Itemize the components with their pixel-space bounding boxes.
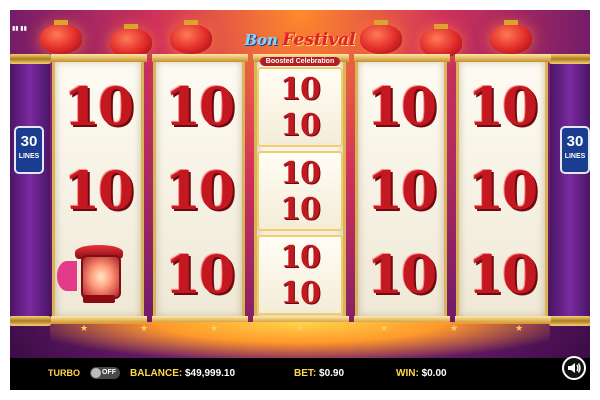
reel-symbol: 10 [55,67,141,147]
symbol-ten: 10 [63,76,134,138]
scroll-rod [10,54,52,64]
symbol-ten: 10 [63,160,134,222]
reel-2: 10 10 10 [152,54,248,324]
win-display: WIN: $0.00 [396,368,447,379]
scroll-rod [10,316,52,326]
lantern-body [81,255,121,299]
slot-game: ▮▮ ▮▮ 30 LINES 30 LINES 10 10 10 10 10 1… [10,10,590,390]
reel-symbol: 10 [156,235,242,315]
speaker-icon [568,363,581,373]
reel-cap [354,54,450,62]
symbol-ten: 10 [467,76,538,138]
top-left-indicator-icons: ▮▮ ▮▮ [12,26,27,32]
hanging-lantern-icon [170,20,212,54]
balance-display: BALANCE: $49,999.10 [130,368,235,379]
reel-symbol: 10 [459,151,545,231]
lines-label: LINES [564,153,586,160]
symbol-ten: 10 [366,244,437,306]
lines-count: 30 [20,133,38,150]
reel-cap [51,54,147,62]
reel-symbol: 10 [358,67,444,147]
symbol-ten: 10 [164,244,235,306]
reel-cap [455,54,551,62]
symbol-ten: 10 [164,76,235,138]
reel-symbol: 10 [55,151,141,231]
reel-5: 10 10 10 [455,54,551,324]
sound-button[interactable] [562,356,586,380]
status-bar: TURBO OFF BALANCE: $49,999.10 BET: $0.90… [10,358,590,390]
symbol-ten: 10 [164,160,235,222]
reel-symbol: 10 [358,151,444,231]
balance-label: BALANCE: [130,368,183,379]
reel-symbol: 10 [358,235,444,315]
turbo-toggle[interactable]: OFF [90,367,120,379]
right-scroll-pillar [548,54,590,326]
reel-symbol: 10 [459,67,545,147]
star-icon: ★ [210,323,219,333]
lines-label: LINES [18,153,40,160]
win-label: WIN: [396,368,419,379]
logo-subtitle: Boosted Celebration [259,57,341,66]
turbo-state: OFF [102,369,116,376]
reel-symbol [55,235,141,315]
star-icon: ★ [380,323,389,333]
symbol-ten: 10 [467,244,538,306]
lines-badge-left: 30 LINES [14,126,44,174]
lines-badge-right: 30 LINES [560,126,590,174]
star-icon: ★ [450,323,459,333]
star-icon: ★ [296,323,305,333]
symbol-ten: 10 [280,72,321,107]
symbol-ten: 10 [366,160,437,222]
hanging-lantern-icon [360,20,402,54]
symbol-ten: 10 [366,76,437,138]
reel-symbol: 10 [156,67,242,147]
turbo-label: TURBO [48,368,80,378]
symbol-ten: 10 [280,240,321,275]
hanging-lantern-icon [490,20,532,54]
reel-symbol: 10 [459,235,545,315]
game-stage: ▮▮ ▮▮ 30 LINES 30 LINES 10 10 10 10 10 1… [10,10,590,358]
balance-value: $49,999.10 [185,368,236,379]
logo-text-festival: Festival [282,30,356,50]
reel-3: 10 10 10 10 10 10 [253,54,349,324]
hanging-lantern-icon [40,20,82,54]
toggle-knob [91,368,101,378]
scroll-rod [548,54,590,64]
bet-display[interactable]: BET: $0.90 [294,368,344,379]
stacked-symbol-frame: 10 10 [257,151,343,231]
reel-1: 10 10 [51,54,147,324]
stacked-symbol-frame: 10 10 [257,67,343,147]
stacked-symbol-frame: 10 10 [257,235,343,315]
win-value: $0.00 [421,368,447,379]
lines-count: 30 [566,133,584,150]
symbol-ten: 10 [280,156,321,191]
bet-value: $0.90 [319,368,345,379]
lantern-ribbon [57,261,77,291]
lantern-base [83,295,115,303]
left-scroll-pillar [10,54,52,326]
reel-symbol: 10 [156,151,242,231]
symbol-ten: 10 [467,160,538,222]
game-logo: Bon Festival Boosted Celebration [235,30,365,70]
star-icon: ★ [140,323,149,333]
logo-text-bon: Bon [244,31,278,49]
paper-lantern-icon [57,241,123,307]
symbol-ten: 10 [280,192,321,227]
star-icon: ★ [80,323,89,333]
scroll-rod [548,316,590,326]
reel-4: 10 10 10 [354,54,450,324]
symbol-ten: 10 [280,276,321,311]
bet-label: BET: [294,368,317,379]
symbol-ten: 10 [280,108,321,143]
star-icon: ★ [515,323,524,333]
reel-cap [152,54,248,62]
